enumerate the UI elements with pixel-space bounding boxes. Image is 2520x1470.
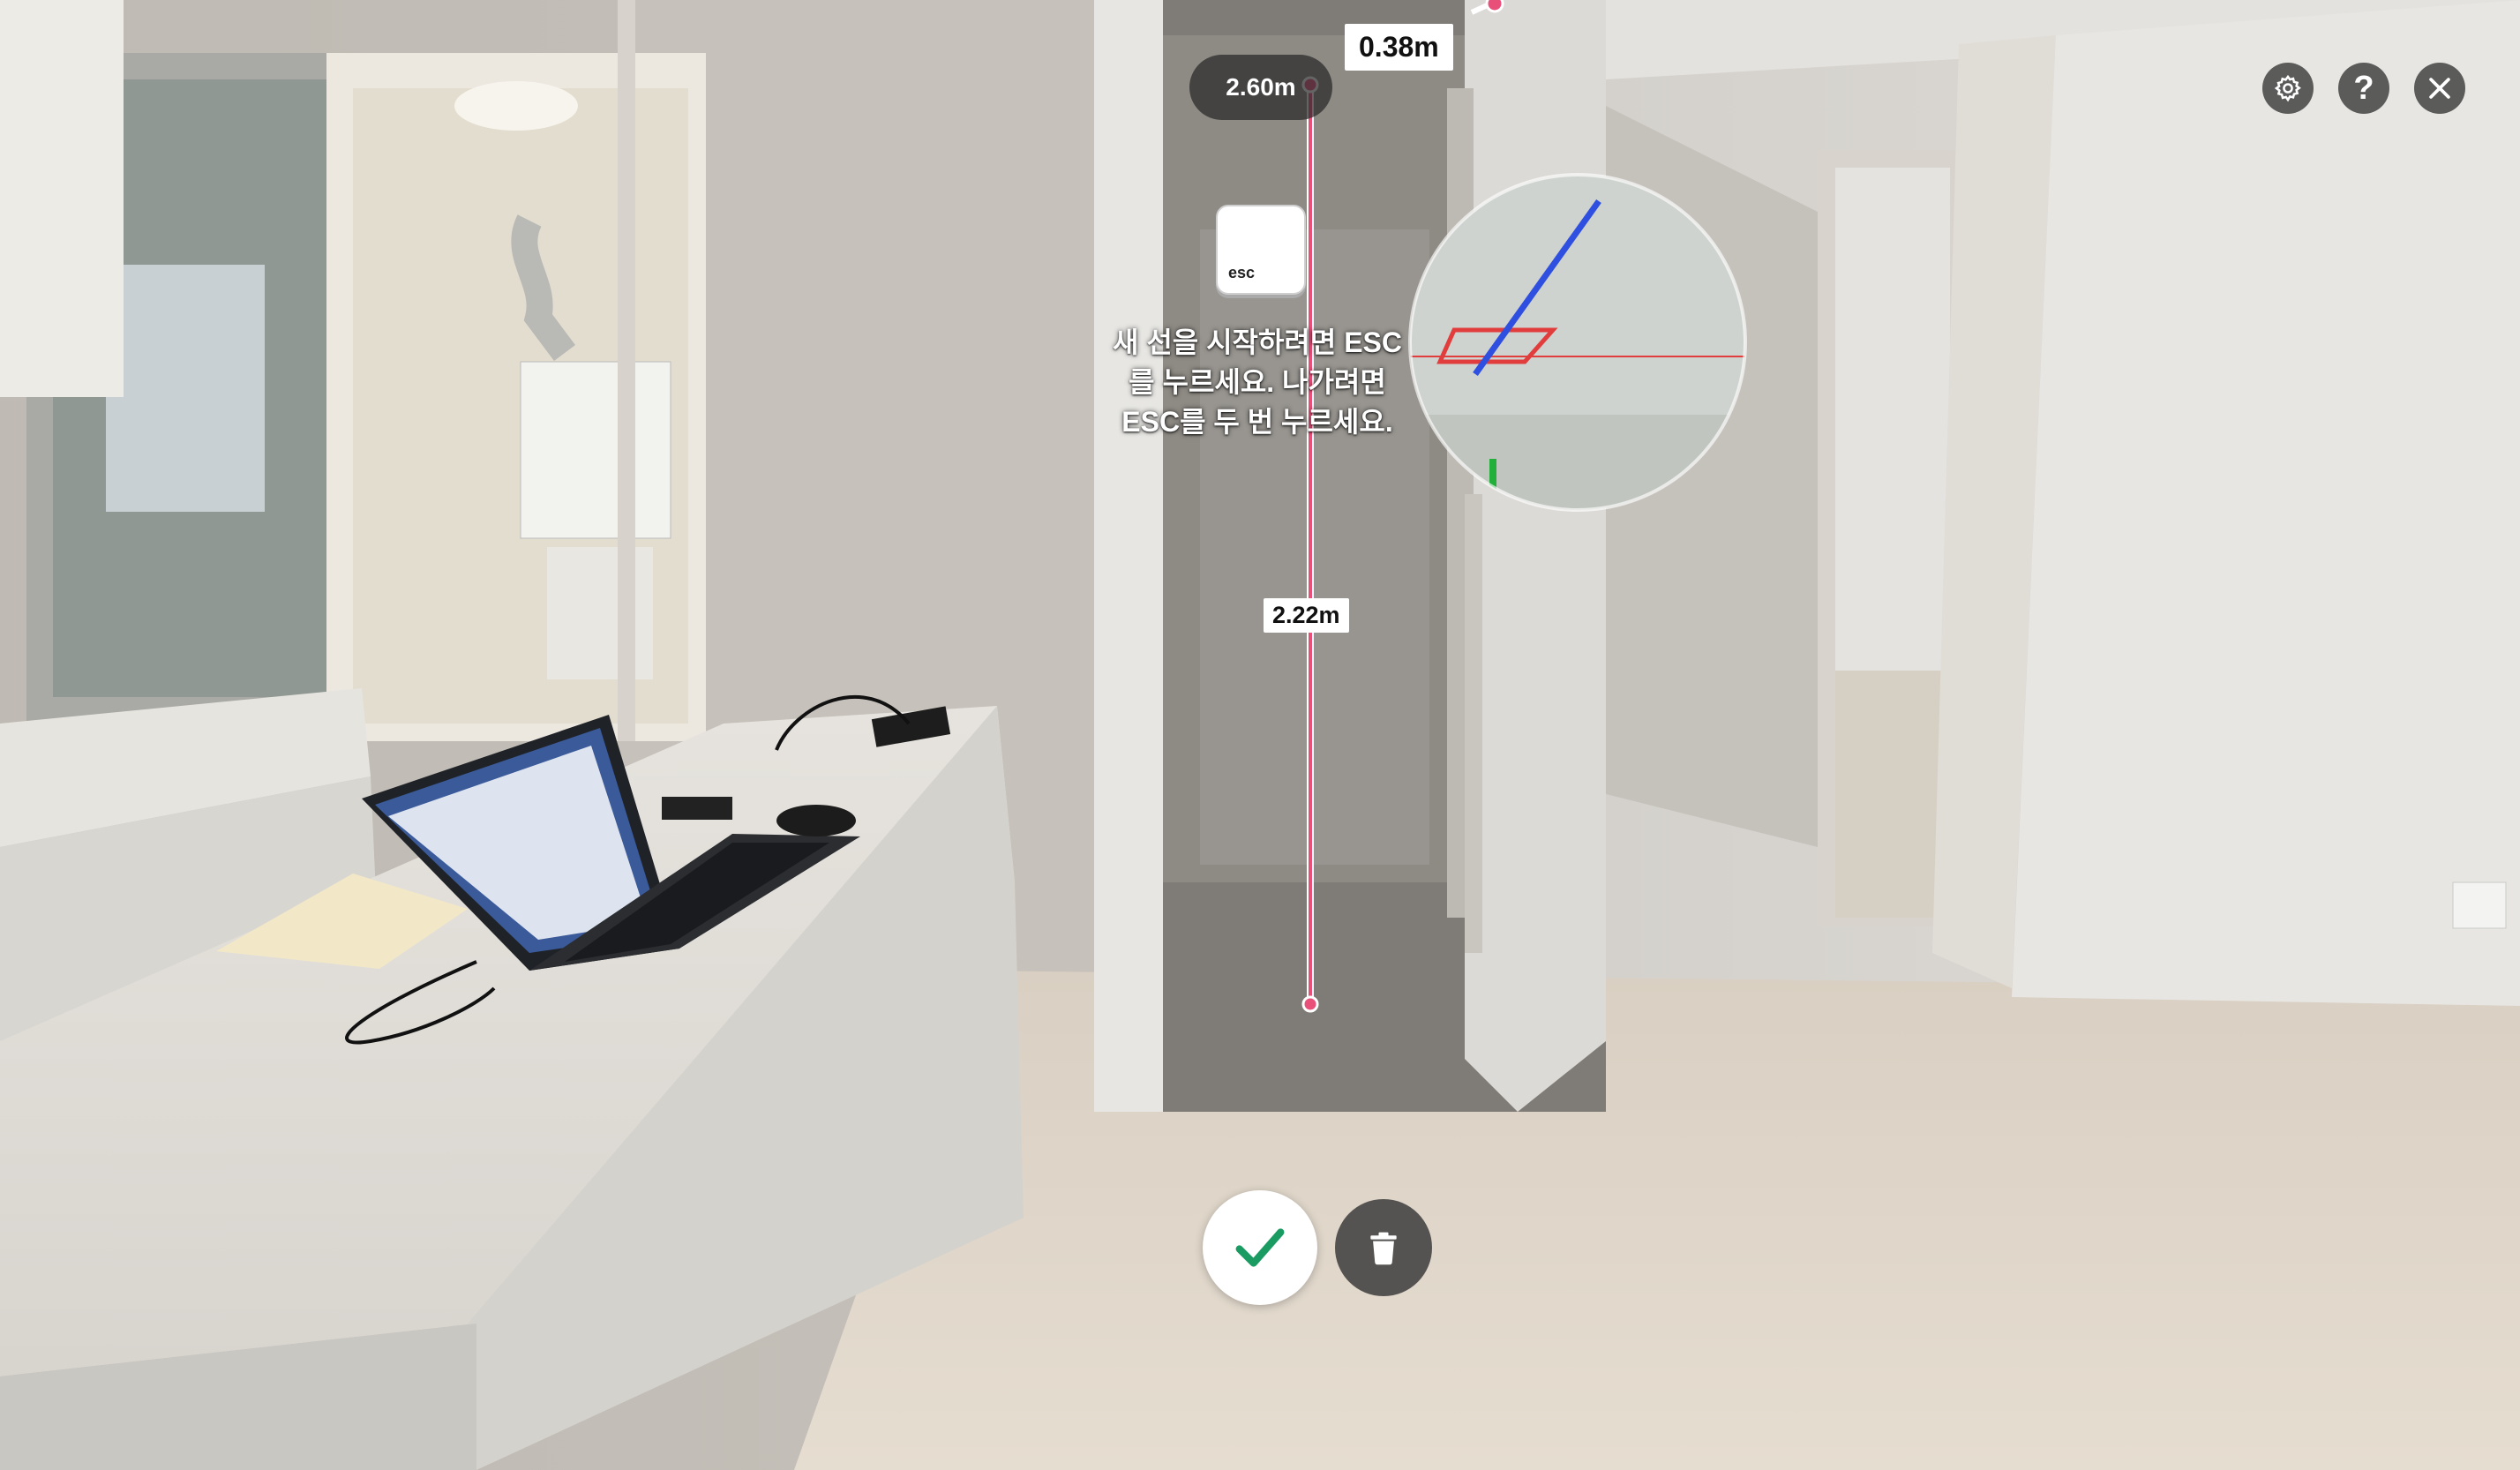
total-height-readout: 2.60m (1189, 55, 1332, 120)
help-icon: ? (2353, 70, 2374, 107)
measurement-label-segment: 2.22m (1264, 598, 1349, 633)
help-button[interactable]: ? (2338, 63, 2389, 114)
confirm-button[interactable] (1203, 1190, 1317, 1305)
esc-key-icon: esc (1216, 205, 1306, 295)
close-button[interactable] (2414, 63, 2465, 114)
delete-button[interactable] (1335, 1199, 1432, 1296)
esc-key-label: esc (1228, 264, 1256, 281)
gear-icon (2274, 74, 2301, 102)
checkmark-icon (1235, 1228, 1285, 1267)
instruction-text: 새 선을 시작하려면 ESC 를 누르세요. 나가려면 ESC를 두 번 누르세… (1072, 323, 1443, 442)
instruction-line-1: 새 선을 시작하려면 ESC (1113, 326, 1402, 358)
instruction-line-3: ESC를 두 번 누르세요. (1121, 406, 1393, 438)
trash-icon (1370, 1232, 1397, 1265)
close-icon (2429, 78, 2450, 99)
measurement-label-top: 0.38m (1345, 24, 1453, 71)
instruction-line-2: 를 누르세요. 나가려면 (1129, 366, 1386, 398)
settings-button[interactable] (2262, 63, 2314, 114)
